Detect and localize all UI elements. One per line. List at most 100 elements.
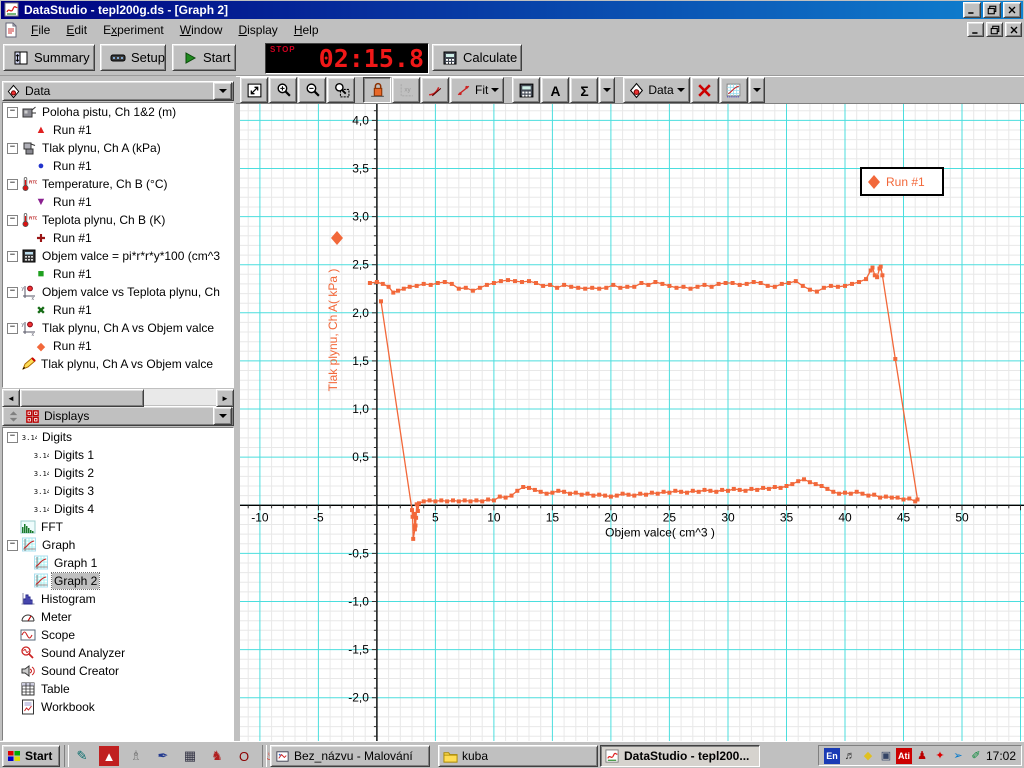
data-panel-header[interactable]: Data (2, 81, 234, 101)
calculate-button[interactable]: Calculate (432, 44, 522, 71)
displays-item-fft[interactable]: FFT (3, 518, 233, 536)
graph-display[interactable]: -10 -5 5 10 15 20 25 30 35 40 45 50 4,0 3,5 3,0 2,5 2,0 1… (240, 104, 1024, 741)
zoom-in-button[interactable] (269, 77, 297, 103)
collapse-icon[interactable]: − (7, 431, 18, 443)
splitter-icon[interactable] (6, 409, 21, 424)
minimize-button[interactable] (963, 2, 981, 18)
smart-tool-button[interactable] (363, 77, 391, 103)
displays-item-scope[interactable]: Scope (3, 626, 233, 644)
displays-item-workbook[interactable]: Workbook (3, 698, 233, 716)
data-item-run-1-3[interactable]: ● Run #1 (3, 157, 233, 175)
collapse-icon[interactable]: − (7, 106, 18, 118)
volume-icon[interactable]: ♬ (842, 748, 858, 764)
calculate-tool-button[interactable] (512, 77, 541, 103)
start-menu-button[interactable]: Start (2, 745, 60, 767)
child-minimize-button[interactable] (967, 22, 984, 37)
menu-display[interactable]: Display (230, 20, 285, 40)
pen-icon[interactable]: ✒ (153, 746, 173, 766)
menu-window[interactable]: Window (172, 20, 231, 40)
displays-item-digits-3-3[interactable]: 3.14 Digits 3 (3, 482, 233, 500)
zoom-select-button[interactable] (327, 77, 355, 103)
data-item-poloha-pistu-ch-1-2-m[interactable]: − Poloha pistu, Ch 1&2 (m) (3, 103, 233, 121)
legend[interactable]: Run #1 (860, 167, 944, 196)
data-item-run-1-11[interactable]: ✖ Run #1 (3, 301, 233, 319)
child-close-button[interactable] (1005, 22, 1022, 37)
data-item-run-1-13[interactable]: ◆ Run #1 (3, 337, 233, 355)
menu-help[interactable]: Help (286, 20, 327, 40)
data-item-tlak-plynu-ch-a-kpa[interactable]: − Tlak plynu, Ch A (kPa) (3, 139, 233, 157)
data-item-temperature-ch-b-c[interactable]: − RTD Temperature, Ch B (°C) (3, 175, 233, 193)
statistics-menu-button[interactable]: Σ (570, 77, 599, 103)
displays-item-graph[interactable]: − Graph (3, 536, 233, 554)
data-item-tlak-plynu-ch-a-vs-objem-valce[interactable]: Tlak plynu, Ch A vs Objem valce (3, 355, 233, 373)
data-item-run-1-7[interactable]: ✚ Run #1 (3, 229, 233, 247)
data-menu-button[interactable]: Data (623, 77, 690, 103)
journal-icon[interactable]: ✎ (72, 746, 92, 766)
powerstrip-icon[interactable]: ✦ (932, 748, 948, 764)
slope-tool-button[interactable] (421, 77, 449, 103)
xy-tool-button[interactable]: xy (392, 77, 420, 103)
data-item-run-1-9[interactable]: ■ Run #1 (3, 265, 233, 283)
displays-item-digits[interactable]: −3.14 Digits (3, 428, 233, 446)
agent-icon[interactable]: ♟ (914, 748, 930, 764)
data-item-teplota-plynu-ch-b-k[interactable]: − RTD Teplota plynu, Ch B (K) (3, 211, 233, 229)
zoom-out-button[interactable] (298, 77, 326, 103)
data-tree-scrollbar[interactable]: ◄ ► (2, 389, 234, 407)
restore-button[interactable] (983, 2, 1001, 18)
text-tool-button[interactable]: A (541, 77, 570, 103)
displays-item-digits-4-4[interactable]: 3.14 Digits 4 (3, 500, 233, 518)
collapse-icon[interactable]: − (7, 286, 18, 298)
collapse-icon[interactable]: − (7, 539, 18, 551)
dragon-icon[interactable]: ♞ (207, 746, 227, 766)
start-button[interactable]: Start (172, 44, 236, 71)
scheduler-icon[interactable]: ▣ (878, 748, 894, 764)
displays-item-sound-creator[interactable]: Sound Creator (3, 662, 233, 680)
close-button[interactable] (1003, 2, 1021, 18)
scroll-right-icon[interactable]: ► (216, 389, 234, 407)
displays-item-table[interactable]: Table (3, 680, 233, 698)
collapse-icon[interactable]: − (7, 214, 18, 226)
displays-item-graph-1-7[interactable]: Graph 1 (3, 554, 233, 572)
task-bez-n-zvu-malov-n[interactable]: Bez_názvu - Malování (270, 745, 430, 767)
displays-panel-header[interactable]: Displays (2, 406, 234, 426)
task-kuba[interactable]: kuba (438, 745, 598, 767)
data-item-run-1-5[interactable]: ▼ Run #1 (3, 193, 233, 211)
setup-button[interactable]: Setup (100, 44, 166, 71)
bird-icon[interactable]: ♗ (126, 746, 146, 766)
delete-tool-button[interactable] (690, 77, 719, 103)
data-panel-dropdown-button[interactable] (213, 82, 232, 100)
opera-icon[interactable]: O (234, 746, 254, 766)
scrollbar-thumb[interactable] (20, 389, 144, 407)
collapse-icon[interactable]: − (7, 178, 18, 190)
collapse-icon[interactable]: − (7, 322, 18, 334)
displays-item-meter[interactable]: Meter (3, 608, 233, 626)
displays-item-graph-2-8[interactable]: Graph 2 (3, 572, 233, 590)
menu-file[interactable]: File (23, 20, 58, 40)
acrobat-icon[interactable]: ▲ (99, 746, 119, 766)
sync-icon[interactable]: ➢ (950, 748, 966, 764)
fit-menu-button[interactable]: Fit (450, 77, 505, 103)
collapse-icon[interactable]: − (7, 250, 18, 262)
keyboard-layout-icon[interactable]: En (824, 747, 840, 764)
statistics-menu-dropdown-button[interactable] (599, 77, 616, 103)
calculator-icon[interactable]: ▦ (180, 746, 200, 766)
graph-settings-menu-dropdown-button[interactable] (748, 77, 765, 103)
collapse-icon[interactable]: − (7, 142, 18, 154)
displays-item-sound-analyzer[interactable]: Sound Analyzer (3, 644, 233, 662)
graph-settings-menu-button[interactable] (719, 77, 748, 103)
powerdesk-icon[interactable]: ◆ (860, 748, 876, 764)
menu-edit[interactable]: Edit (58, 20, 95, 40)
ati-icon[interactable]: Ati (896, 747, 912, 764)
child-restore-button[interactable] (986, 22, 1003, 37)
data-item-objem-valce-pi-r-r-y-100-cm-3[interactable]: − Objem valce = pi*r*r*y*100 (cm^3 (3, 247, 233, 265)
summary-button[interactable]: Summary (3, 44, 95, 71)
displays-panel-dropdown-button[interactable] (213, 407, 232, 425)
task-datastudio-tepl200[interactable]: DataStudio - tepl200... (600, 745, 760, 767)
displays-item-digits-2-2[interactable]: 3.14 Digits 2 (3, 464, 233, 482)
data-item-tlak-plynu-ch-a-vs-objem-valce[interactable]: − y x Tlak plynu, Ch A vs Objem valce (3, 319, 233, 338)
scroll-left-icon[interactable]: ◄ (2, 389, 20, 407)
menu-experiment[interactable]: Experiment (95, 20, 172, 40)
data-item-run-1-1[interactable]: ▲ Run #1 (3, 121, 233, 139)
document-icon[interactable] (3, 22, 19, 38)
data-item-objem-valce-vs-teplota-plynu-ch[interactable]: − y x Objem valce vs Teplota plynu, Ch (3, 283, 233, 302)
